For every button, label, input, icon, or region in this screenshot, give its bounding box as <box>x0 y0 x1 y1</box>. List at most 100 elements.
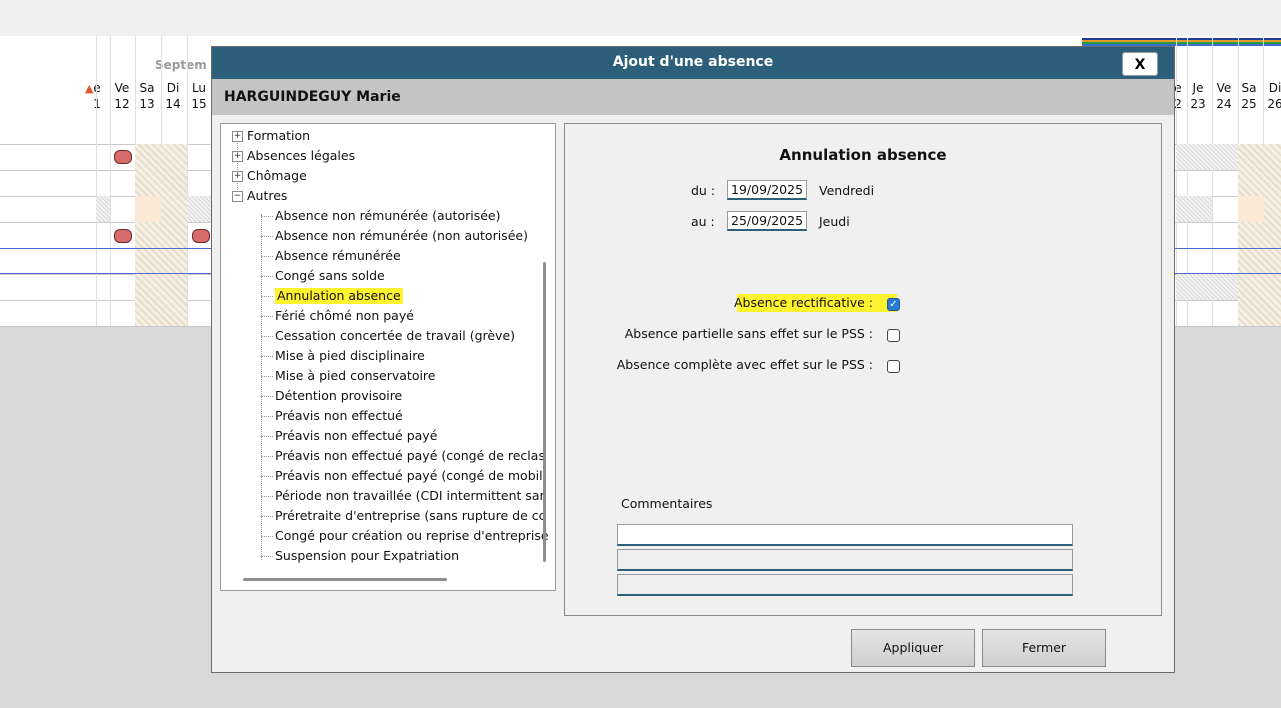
tree-connector <box>261 436 273 437</box>
tree-item[interactable]: Période non travaillée (CDI intermittent… <box>275 488 545 504</box>
tree-item[interactable]: Congé sans solde <box>275 268 385 284</box>
absence-marker[interactable] <box>114 150 132 164</box>
close-button[interactable]: Fermer <box>982 629 1106 667</box>
expand-icon[interactable]: + <box>232 151 243 162</box>
dialog-titlebar: Ajout d'une absence X <box>212 47 1174 79</box>
comment-line-3[interactable] <box>617 574 1073 596</box>
tree-group-label: Absences légales <box>247 148 356 163</box>
tree-connector <box>261 556 273 557</box>
from-weekday: Vendredi <box>819 183 875 198</box>
expand-icon[interactable]: − <box>232 191 243 202</box>
rectificative-checkbox[interactable]: ✓ <box>887 298 900 311</box>
tree-group-node[interactable]: − Autres <box>232 188 287 204</box>
day-header: Di 14 <box>161 80 185 112</box>
day-header: e1 <box>85 80 109 112</box>
absence-marker[interactable] <box>114 229 132 243</box>
absence-type-tree[interactable]: + Formation + Absences légales + Chômage − Autr… <box>220 123 556 591</box>
weekend-hatch <box>135 144 187 326</box>
tree-group-node[interactable]: + Chômage <box>232 168 307 184</box>
apply-button[interactable]: Appliquer <box>851 629 975 667</box>
day-header: Sa 25 <box>1239 80 1259 112</box>
day-of-week: Sa <box>139 81 155 95</box>
from-date-field[interactable]: 19/09/2025 <box>727 180 807 200</box>
partial-pss-label: Absence partielle sans effet sur le PSS … <box>624 326 873 341</box>
tree-group-label: Autres <box>247 188 288 203</box>
add-absence-dialog: Ajout d'une absence X HARGUINDEGUY Marie… <box>211 46 1175 673</box>
color-stripes <box>1082 38 1281 46</box>
tree-item[interactable]: Mise à pied conservatoire <box>275 368 436 384</box>
comment-line-2[interactable] <box>617 549 1073 571</box>
tree-item[interactable]: Préavis non effectué <box>275 408 403 424</box>
tree-connector <box>261 396 273 397</box>
tree-item[interactable]: Préavis non effectué payé <box>275 428 437 444</box>
partial-pss-checkbox[interactable] <box>887 329 900 342</box>
tree-item[interactable]: Congé pour création ou reprise d'entrepr… <box>275 528 549 544</box>
tree-connector <box>261 256 273 257</box>
day-header: Ve 12 <box>110 80 134 112</box>
day-of-week: e <box>85 80 109 96</box>
day-number: 15 <box>191 97 207 111</box>
tree-connector <box>261 496 273 497</box>
calendar-column-line <box>110 36 111 326</box>
tree-item[interactable]: Suspension pour Expatriation <box>275 548 459 564</box>
employee-bar: HARGUINDEGUY Marie <box>212 79 1174 115</box>
tree-item[interactable]: Cessation concertée de travail (grève) <box>275 328 515 344</box>
to-date-field[interactable]: 25/09/2025 <box>727 211 807 231</box>
tree-connector <box>261 236 273 237</box>
complete-pss-checkbox[interactable] <box>887 360 900 373</box>
day-number: 26 <box>1267 97 1281 111</box>
day-number: 23 <box>1190 97 1206 111</box>
comments-label: Commentaires <box>621 496 713 511</box>
complete-pss-label: Absence complète avec effet sur le PSS : <box>616 357 873 372</box>
day-number: 14 <box>165 97 181 111</box>
tree-group-label: Formation <box>247 128 311 143</box>
holiday-cell <box>135 196 161 222</box>
tree-vertical-scrollbar[interactable] <box>543 262 546 562</box>
tree-item[interactable]: Absence non rémunérée (autorisée) <box>275 208 501 224</box>
tree-connector <box>261 214 262 560</box>
expand-icon[interactable]: + <box>232 171 243 182</box>
tree-item-selected[interactable]: Annulation absence <box>275 288 403 304</box>
shaded-cell <box>96 196 110 222</box>
tree-item[interactable]: Préavis non effectué payé (congé de mobi… <box>275 468 546 484</box>
comment-line-1[interactable] <box>617 524 1073 546</box>
day-number: 25 <box>1241 97 1257 111</box>
tree-item[interactable]: Préretraite d'entreprise (sans rupture d… <box>275 508 545 524</box>
dialog-title: Ajout d'une absence <box>612 54 774 70</box>
shaded-cell <box>1176 144 1238 170</box>
expand-icon[interactable]: + <box>232 131 243 142</box>
tree-item[interactable]: Férié chômé non payé <box>275 308 414 324</box>
day-header: Je 23 <box>1188 80 1208 112</box>
tree-connector <box>261 456 273 457</box>
tree-item[interactable]: Détention provisoire <box>275 388 402 404</box>
from-label: du : <box>691 183 716 198</box>
day-number: 12 <box>114 97 130 111</box>
day-number: 13 <box>139 97 155 111</box>
tree-group-node[interactable]: + Formation <box>232 128 310 144</box>
tree-connector <box>261 216 273 217</box>
day-of-week: Je <box>1192 81 1204 95</box>
employee-name: HARGUINDEGUY Marie <box>224 89 401 105</box>
shaded-cell <box>187 196 211 222</box>
absence-marker[interactable] <box>192 229 210 243</box>
tree-group-node[interactable]: + Absences légales <box>232 148 355 164</box>
tree-connector <box>261 336 273 337</box>
shaded-cell <box>1176 196 1212 222</box>
tree-item[interactable]: Mise à pied disciplinaire <box>275 348 425 364</box>
day-number: 1 <box>85 96 109 112</box>
calendar-column-line <box>187 36 188 326</box>
tree-item[interactable]: Absence non rémunérée (non autorisée) <box>275 228 528 244</box>
to-weekday: Jeudi <box>819 214 850 229</box>
absence-detail-panel: Annulation absence du : 19/09/2025 Vendr… <box>564 123 1162 616</box>
to-label: au : <box>691 214 715 229</box>
day-of-week: Di <box>1268 81 1281 95</box>
tree-horizontal-scrollbar[interactable] <box>243 578 447 581</box>
calendar-column-line <box>96 36 97 326</box>
tree-connector <box>261 276 273 277</box>
tree-item[interactable]: Préavis non effectué payé (congé de recl… <box>275 448 545 464</box>
close-icon[interactable]: X <box>1122 52 1158 76</box>
tree-connector <box>261 516 273 517</box>
rectificative-label: Absence rectificative : <box>733 295 873 310</box>
tree-item[interactable]: Absence rémunérée <box>275 248 401 264</box>
tree-connector <box>261 416 273 417</box>
